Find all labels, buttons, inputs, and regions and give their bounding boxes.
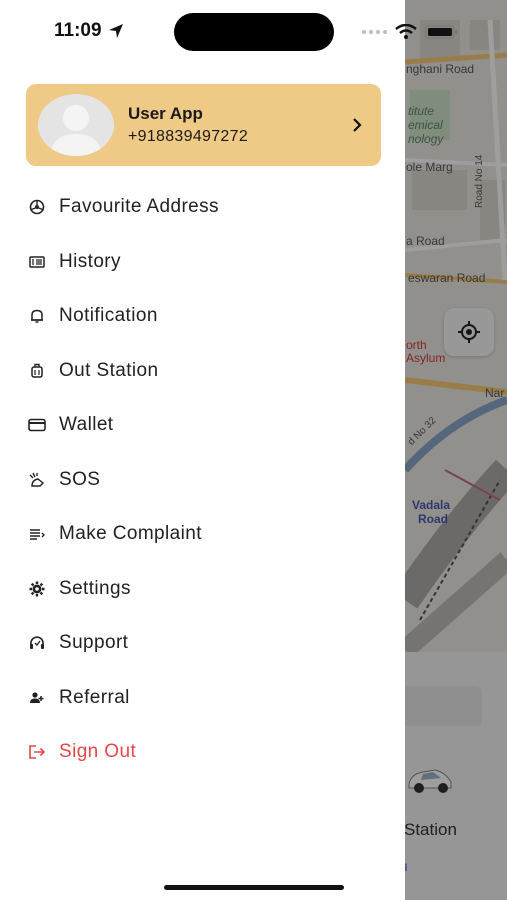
wifi-icon	[395, 24, 417, 39]
luggage-icon	[28, 362, 46, 380]
menu-item-label: Favourite Address	[59, 196, 219, 218]
menu-item-wallet[interactable]: Wallet	[0, 398, 405, 453]
history-icon	[28, 253, 46, 271]
menu-item-make-complaint[interactable]: Make Complaint	[0, 507, 405, 562]
user-placeholder-icon	[50, 105, 102, 156]
avatar	[38, 94, 114, 156]
signal-dots-icon	[362, 30, 387, 34]
status-time: 11:09	[54, 20, 124, 42]
menu-item-label: Referral	[59, 686, 130, 708]
profile-phone: +918839497272	[128, 128, 249, 145]
menu-item-referral[interactable]: Referral	[0, 671, 405, 726]
sos-icon	[28, 471, 46, 489]
menu-item-label: Make Complaint	[59, 523, 202, 545]
menu-item-settings[interactable]: Settings	[0, 562, 405, 617]
menu-item-out-station[interactable]: Out Station	[0, 344, 405, 399]
gear-icon	[28, 580, 46, 598]
menu-item-label: Sign Out	[59, 741, 137, 763]
menu-item-label: Wallet	[59, 414, 114, 436]
menu-item-label: Notification	[59, 305, 158, 327]
menu-item-history[interactable]: History	[0, 235, 405, 290]
support-icon	[28, 634, 46, 652]
dynamic-island	[174, 13, 334, 51]
status-icons	[362, 24, 459, 40]
chevron-right-icon	[353, 118, 362, 132]
location-arrow-icon	[108, 24, 123, 38]
wallet-icon	[28, 416, 46, 434]
status-time-text: 11:09	[54, 20, 102, 41]
menu-item-notification[interactable]: Notification	[0, 289, 405, 344]
drawer-menu: Favourite Address History Notification O…	[0, 180, 405, 780]
profile-name: User App	[128, 104, 203, 123]
menu-item-label: History	[59, 250, 121, 272]
menu-item-sos[interactable]: SOS	[0, 453, 405, 508]
profile-card[interactable]: User App +918839497272	[26, 84, 381, 166]
sign-out-icon	[28, 743, 46, 761]
menu-item-support[interactable]: Support	[0, 616, 405, 671]
complaint-icon	[28, 525, 46, 543]
menu-item-sign-out[interactable]: Sign Out	[0, 725, 405, 780]
menu-item-favourite-address[interactable]: Favourite Address	[0, 180, 405, 235]
bell-icon	[28, 307, 46, 325]
favourite-address-icon	[28, 198, 46, 216]
menu-item-label: Support	[59, 632, 129, 654]
battery-icon	[425, 25, 457, 39]
menu-item-label: Out Station	[59, 359, 159, 381]
referral-icon	[28, 689, 46, 707]
menu-item-label: Settings	[59, 577, 131, 599]
menu-item-label: SOS	[59, 468, 101, 490]
home-indicator[interactable]	[164, 885, 344, 890]
profile-info: User App +918839497272	[128, 104, 351, 146]
